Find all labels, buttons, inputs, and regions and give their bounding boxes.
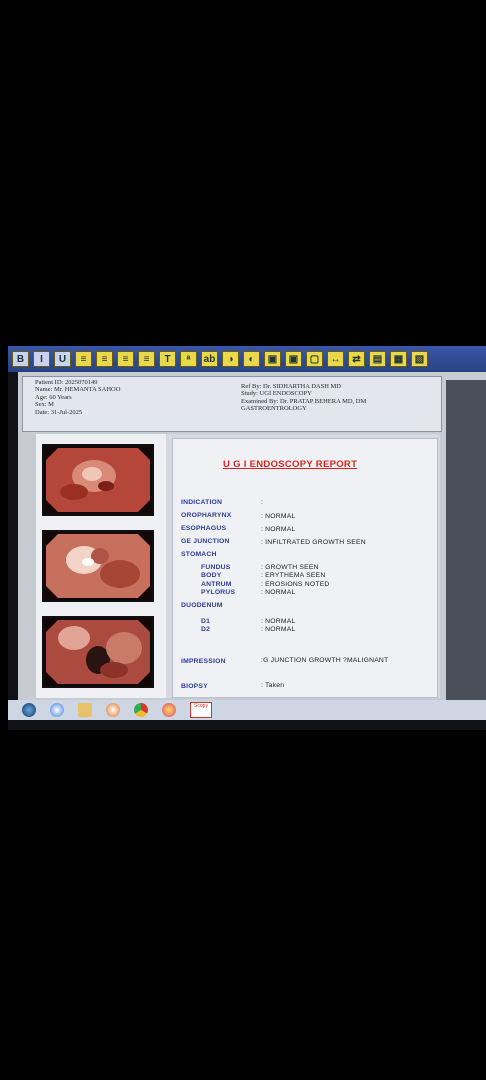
folder-icon[interactable] <box>78 703 92 717</box>
firefox-icon[interactable] <box>162 703 176 717</box>
palette-icon[interactable]: ◑ <box>222 351 239 367</box>
media-player-icon[interactable] <box>106 703 120 717</box>
endoscopy-images <box>36 434 166 698</box>
row-label-esophagus: ESOPHAGUS <box>181 525 227 532</box>
resize-icon[interactable]: ↔ <box>327 351 344 367</box>
page-icon[interactable]: ▤ <box>369 351 386 367</box>
endoscopy-image-2[interactable] <box>42 530 154 602</box>
image-icon[interactable]: ▣ <box>264 351 281 367</box>
italic-icon[interactable]: I <box>33 351 50 367</box>
row-label-impression: IMPRESSION <box>181 658 226 665</box>
monitor-screen: B I U ≡ ≡ ≡ ≡ Tᵃ ab ◑ ◐ ▣ ▣ ▢ ↔ ⇄ ▤ ▦ ▧ Patient ID: 202507… <box>8 346 486 730</box>
endoscopy-image-3[interactable] <box>42 616 154 688</box>
row-value-oropharynx: : NORMAL <box>261 513 296 520</box>
row-label-indication: INDICATION <box>181 499 223 506</box>
row-value-body: : ERYTHEMA SEEN <box>261 572 326 579</box>
row-value-ge-junction: : INFILTRATED GROWTH SEEN <box>261 539 366 546</box>
row-label-d2: D2 <box>201 626 211 633</box>
underline-icon[interactable]: U <box>54 351 71 367</box>
taskbar: Scopy <box>8 700 486 720</box>
row-label-oropharynx: OROPHARYNX <box>181 512 232 519</box>
referred-by: Ref By: Dr. SIDHARTHA DASH MD <box>241 383 342 390</box>
patient-name: Name: Mr. HEMANTA SAHOO <box>35 386 121 394</box>
patient-info: Patient ID: 2025070149 Name: Mr. HEMANTA… <box>35 379 120 416</box>
report-window: Patient ID: 2025070149 Name: Mr. HEMANTA… <box>18 372 486 700</box>
row-value-fundus: : GROWTH SEEN <box>261 564 319 571</box>
row-value-indication: : <box>261 499 264 506</box>
row-value-antrum: : EROSIONS NOTED <box>261 581 330 588</box>
row-label-duodenum: DUODENUM <box>181 602 223 609</box>
row-value-biopsy: : Taken <box>261 682 285 689</box>
patient-header: Patient ID: 2025070149 Name: Mr. HEMANTA… <box>22 376 442 432</box>
row-value-esophagus: : NORMAL <box>261 526 296 533</box>
row-label-antrum: ANTRUM <box>201 581 232 588</box>
patient-sex: Sex: M <box>35 401 54 409</box>
row-label-ge-junction: GE JUNCTION <box>181 538 230 545</box>
row-label-pylorus: PYLORUS <box>201 589 236 596</box>
study-type: Study: UGI ENDOSCOPY <box>241 390 312 398</box>
report-form: U G I ENDOSCOPY REPORT INDICATION : OROP… <box>172 438 438 698</box>
row-label-stomach: STOMACH <box>181 551 217 558</box>
report-body: U G I ENDOSCOPY REPORT INDICATION : OROP… <box>36 434 440 698</box>
report-title: U G I ENDOSCOPY REPORT <box>223 459 358 470</box>
department: GASTROENTROLOGY <box>241 405 307 413</box>
row-value-pylorus: : NORMAL <box>261 589 296 596</box>
toolbar: B I U ≡ ≡ ≡ ≡ Tᵃ ab ◑ ◐ ▣ ▣ ▢ ↔ ⇄ ▤ ▦ ▧ <box>8 346 486 372</box>
patient-age: Age: 60 Years <box>35 393 72 401</box>
right-panel <box>446 380 486 700</box>
print-icon[interactable]: ▧ <box>411 351 428 367</box>
align-justify-icon[interactable]: ≡ <box>138 351 155 367</box>
swap-icon[interactable]: ⇄ <box>348 351 365 367</box>
browser-icon[interactable] <box>50 703 64 717</box>
bold-icon[interactable]: B <box>12 351 29 367</box>
start-icon[interactable] <box>22 703 36 717</box>
align-center-icon[interactable]: ≡ <box>96 351 113 367</box>
examined-by: Examined By: Dr. PRATAP BEHERA MD, DM <box>241 397 367 405</box>
align-left-icon[interactable]: ≡ <box>75 351 92 367</box>
save-icon[interactable]: ▦ <box>390 351 407 367</box>
scopy-app-icon[interactable]: Scopy <box>190 702 212 718</box>
row-label-body: BODY <box>201 572 222 579</box>
align-right-icon[interactable]: ≡ <box>117 351 134 367</box>
referral-info: Ref By: Dr. SIDHARTHA DASH MD Study: UGI… <box>241 383 366 413</box>
row-value-d1: : NORMAL <box>261 618 296 625</box>
spell-icon[interactable]: ab <box>201 351 218 367</box>
study-date: Date: 31-Jul-2025 <box>35 408 83 416</box>
contrast-icon[interactable]: ◐ <box>243 351 260 367</box>
font-size-icon[interactable]: ᵃ <box>180 351 197 367</box>
row-label-fundus: FUNDUS <box>201 564 231 571</box>
row-label-d1: D1 <box>201 618 211 625</box>
chrome-icon[interactable] <box>134 703 148 717</box>
scopy-label: Scopy <box>194 703 208 709</box>
row-value-impression: :G JUNCTION GROWTH ?MALIGNANT <box>261 657 389 664</box>
crop-icon[interactable]: ▢ <box>306 351 323 367</box>
capture-icon[interactable]: ▣ <box>285 351 302 367</box>
row-label-biopsy: BIOPSY <box>181 683 208 690</box>
text-icon[interactable]: T <box>159 351 176 367</box>
endoscopy-image-1[interactable] <box>42 444 154 516</box>
patient-id: Patient ID: 2025070149 <box>35 379 98 386</box>
row-value-d2: : NORMAL <box>261 626 296 633</box>
